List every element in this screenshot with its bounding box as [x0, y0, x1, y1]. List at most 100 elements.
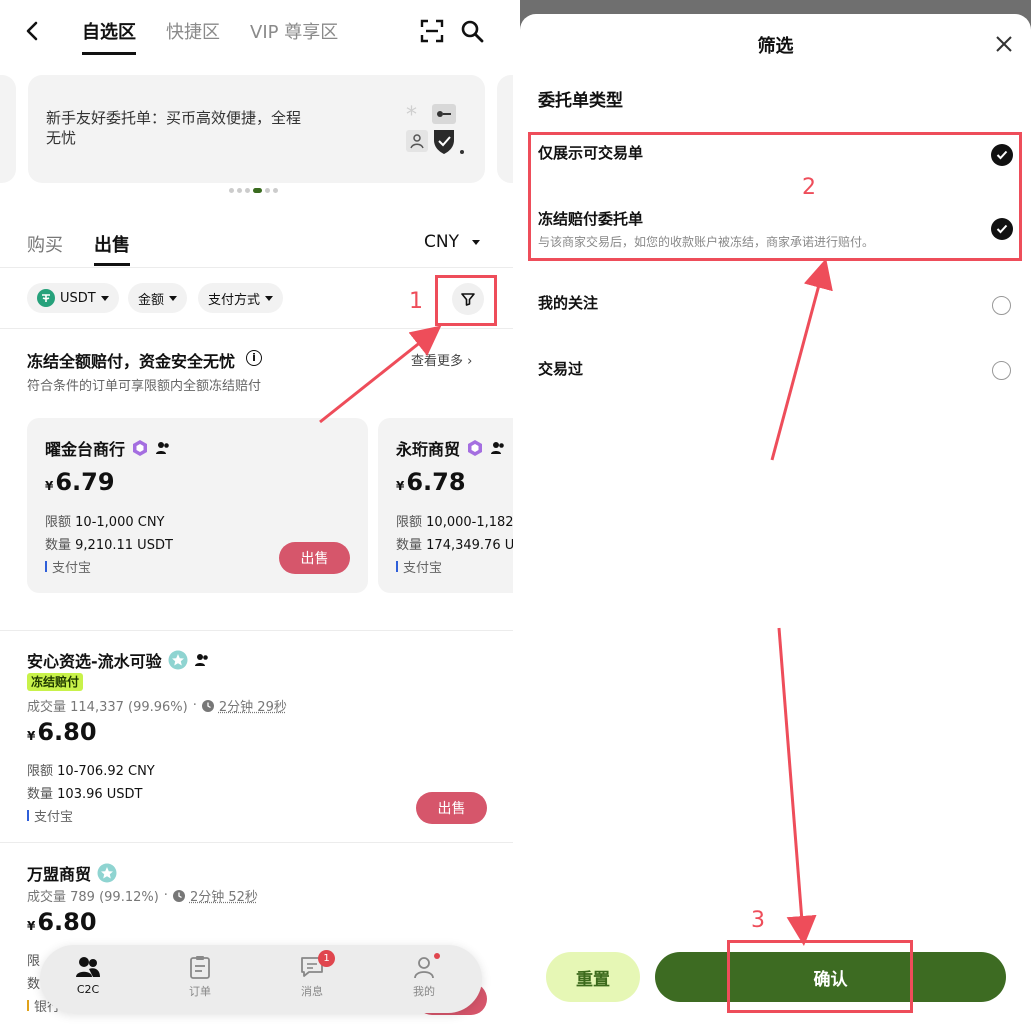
sell-button[interactable]: 出售 — [279, 542, 350, 574]
payment-label: 支付宝 — [403, 561, 443, 576]
limit-value: 10-706.92 CNY — [57, 764, 155, 779]
nav-c2c[interactable]: C2C — [58, 955, 118, 996]
nav-messages[interactable]: 消息 1 — [282, 950, 342, 999]
divider — [0, 842, 513, 843]
merchant-name-row[interactable]: 安心资选-流水可验 — [27, 648, 210, 672]
security-illustration-icon: * — [406, 103, 464, 154]
annotation-label-3: 3 — [751, 908, 765, 933]
filter-bottom-sheet: 筛选 委托单类型 仅展示可交易单 冻结赔付委托单 与该商家交易后，如您的收款账户… — [520, 14, 1031, 1034]
amount-filter[interactable]: 金额 — [128, 283, 188, 313]
c2c-market-screen: 自选区 快捷区 VIP 尊享区 新手友好委托单：买币高效便捷，全程无忧 * 购买… — [0, 0, 513, 1034]
merchant-name-row: 曜金台商行 — [45, 436, 171, 460]
pager-dot — [273, 188, 278, 193]
quantity-value: 9,210.11 USDT — [75, 538, 173, 553]
avg-release-time: 2分钟 29秒 — [218, 700, 287, 715]
merchant-card[interactable]: 曜金台商行 ¥6.79 限额 10-1,000 CNY 数量 9,210.11 … — [27, 418, 368, 593]
limit-row: 限额 10-706.92 CNY — [27, 760, 155, 779]
trade-volume: 成交量 114,337 (99.96%) — [27, 700, 188, 715]
banner-text: 新手友好委托单：买币高效便捷，全程无忧 — [46, 109, 302, 147]
freeze-compensation-badge: 冻结赔付 — [27, 673, 84, 691]
limit-label: 限额 — [45, 515, 72, 530]
radio-unchecked-icon[interactable] — [992, 361, 1011, 380]
coin-filter-label: USDT — [60, 290, 96, 306]
payment-label: 支付宝 — [52, 561, 92, 576]
person-icon — [414, 957, 434, 979]
banner-pager — [229, 188, 281, 194]
quantity-value: 103.96 USDT — [57, 787, 143, 802]
search-icon[interactable] — [459, 18, 485, 44]
screen-gap — [513, 0, 520, 1034]
see-more-link[interactable]: 查看更多 › — [411, 350, 472, 369]
merchant-name-row[interactable]: 万盟商贸 — [27, 861, 117, 885]
separator: · — [192, 698, 197, 713]
sheet-title: 筛选 — [757, 36, 794, 57]
coin-filter[interactable]: USDT — [27, 283, 119, 313]
price: ¥6.80 — [27, 718, 97, 746]
merchant-name: 万盟商贸 — [27, 865, 92, 884]
pager-dot — [265, 188, 270, 193]
merchant-stats: 成交量 789 (99.12%) · 2分钟 52秒 — [27, 886, 258, 905]
price: ¥6.78 — [396, 468, 466, 496]
option-following[interactable]: 我的关注 — [538, 292, 598, 313]
merchant-card[interactable]: 永珩商贸 ¥6.78 限额 10,000-1,182 数量 174,349.76… — [378, 418, 513, 593]
currency-symbol: ¥ — [27, 729, 36, 743]
annotation-box-3 — [727, 940, 913, 1013]
option-traded-with[interactable]: 交易过 — [538, 358, 583, 379]
nav-label: 消息 — [301, 985, 323, 998]
quantity-row: 数量 174,349.76 U — [396, 534, 513, 553]
chevron-down-icon — [265, 295, 274, 301]
sell-button[interactable]: 出售 — [416, 792, 487, 824]
chevron-down-icon — [169, 295, 178, 301]
quantity-label-partial: 数 — [27, 977, 41, 992]
promo-banner[interactable]: 新手友好委托单：买币高效便捷，全程无忧 * — [28, 75, 485, 183]
tab-buy[interactable]: 购买 — [27, 231, 63, 257]
merchant-stats: 成交量 114,337 (99.96%) · 2分钟 29秒 — [27, 696, 287, 715]
info-icon[interactable]: i — [246, 350, 262, 366]
nav-orders[interactable]: 订单 — [170, 955, 230, 999]
tab-active-indicator — [82, 52, 136, 55]
limit-label: 限额 — [396, 515, 423, 530]
merchant-name: 安心资选-流水可验 — [27, 652, 162, 671]
close-icon[interactable] — [994, 34, 1014, 54]
usdt-icon — [37, 289, 55, 307]
banner-prev-peek — [0, 75, 16, 183]
payment-color-bar — [45, 561, 47, 572]
currency-value: CNY — [424, 232, 459, 252]
nav-profile[interactable]: 我的 — [394, 953, 454, 999]
currency-select[interactable]: CNY — [424, 232, 481, 252]
payment-method: 支付宝 — [396, 557, 442, 576]
nav-label: 订单 — [189, 985, 211, 998]
verified-hexagon-icon — [468, 440, 483, 456]
pager-dot — [237, 188, 242, 193]
banner-next-peek — [497, 75, 513, 183]
pager-dot — [229, 188, 234, 193]
payment-label: 支付宝 — [34, 810, 74, 825]
tab-vip[interactable]: VIP 尊享区 — [250, 18, 338, 44]
amount-filter-label: 金额 — [138, 292, 165, 308]
notification-dot — [434, 953, 440, 959]
quantity-row: 数量 103.96 USDT — [27, 783, 143, 802]
payment-method: 支付宝 — [27, 806, 73, 825]
radio-unchecked-icon[interactable] — [992, 296, 1011, 315]
payment-filter[interactable]: 支付方式 — [198, 283, 284, 313]
tab-watchlist[interactable]: 自选区 — [82, 18, 136, 44]
price-value: 6.79 — [55, 468, 115, 496]
limit-row: 限额 10-1,000 CNY — [45, 511, 164, 530]
merchant-name: 曜金台商行 — [45, 440, 126, 459]
scan-icon[interactable] — [419, 18, 445, 44]
annotation-label-1: 1 — [409, 289, 423, 314]
price: ¥6.79 — [45, 468, 115, 496]
tab-quick[interactable]: 快捷区 — [166, 18, 220, 44]
clipboard-icon — [190, 956, 210, 979]
quantity-label: 数量 — [27, 787, 54, 802]
back-arrow-icon[interactable] — [20, 18, 46, 44]
pager-dot-active — [253, 188, 262, 193]
currency-symbol: ¥ — [27, 919, 36, 933]
price-value: 6.80 — [37, 718, 97, 746]
sell-tab-indicator — [94, 263, 130, 266]
tab-sell[interactable]: 出售 — [94, 231, 130, 257]
annotation-box-1 — [435, 275, 497, 326]
reset-button[interactable]: 重置 — [546, 952, 640, 1002]
star-badge-icon — [97, 863, 117, 883]
star-badge-icon — [168, 650, 188, 670]
